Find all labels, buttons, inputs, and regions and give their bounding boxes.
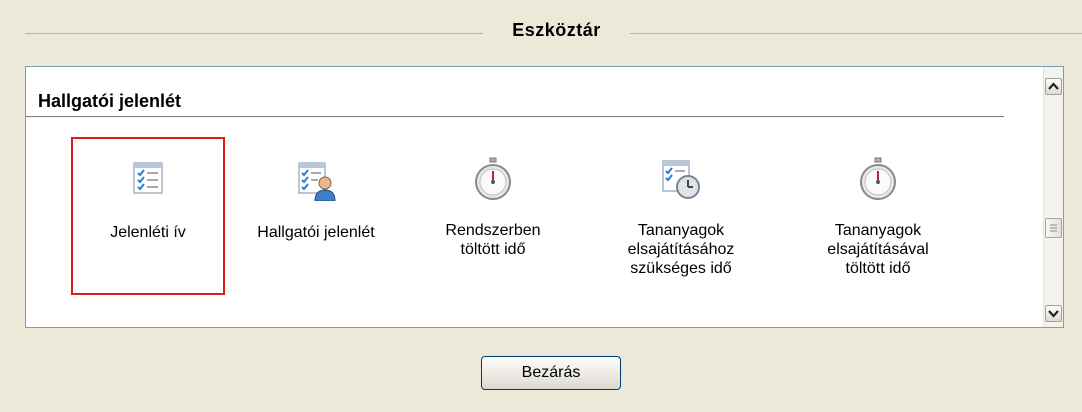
close-button[interactable]: Bezárás xyxy=(481,356,621,390)
tool-label: Rendszerben töltött idő xyxy=(445,222,541,258)
checklist-user-icon xyxy=(298,162,336,201)
tool-label: Jelenléti ív xyxy=(110,224,186,241)
stopwatch-icon xyxy=(860,157,896,200)
vertical-scrollbar[interactable] xyxy=(1043,67,1063,327)
grip-icon xyxy=(1050,224,1057,232)
tool-label: Tananyagok elsajátításával töltött idő xyxy=(827,222,929,277)
fieldset-rule-right xyxy=(630,33,1082,34)
tool-label: Hallgatói jelenlét xyxy=(257,224,375,241)
tool-tananyagok-toltott-ido[interactable]: Tananyagok elsajátításával töltött idő xyxy=(803,137,953,278)
tool-tananyagok-szukseges-ido[interactable]: Tananyagok elsajátításához szükséges idő xyxy=(606,137,756,278)
stopwatch-icon xyxy=(475,157,511,200)
fieldset-rule-left xyxy=(25,33,483,34)
tool-rendszerben-toltott-ido[interactable]: Rendszerben töltött idő xyxy=(428,137,558,259)
scroll-up-button[interactable] xyxy=(1045,78,1062,95)
toolbar-title: Eszköztár xyxy=(512,20,601,40)
section-divider-highlight xyxy=(26,117,1004,118)
tool-hallgatoi-jelenlet[interactable]: Hallgatói jelenlét xyxy=(236,137,396,242)
tool-jelenleti-iv[interactable]: Jelenléti ív xyxy=(71,137,225,295)
toolbar-panel: Hallgatói jelenlét Jelenléti ív Hallgató… xyxy=(25,66,1064,328)
section-title: Hallgatói jelenlét xyxy=(38,91,182,111)
chevron-up-icon xyxy=(1048,82,1059,90)
tool-label: Tananyagok elsajátításához szükséges idő xyxy=(627,222,735,277)
scroll-down-button[interactable] xyxy=(1045,305,1062,322)
checklist-icon xyxy=(133,162,163,194)
chevron-down-icon xyxy=(1048,310,1059,318)
checklist-clock-icon xyxy=(662,160,700,199)
scroll-thumb[interactable] xyxy=(1045,218,1062,238)
